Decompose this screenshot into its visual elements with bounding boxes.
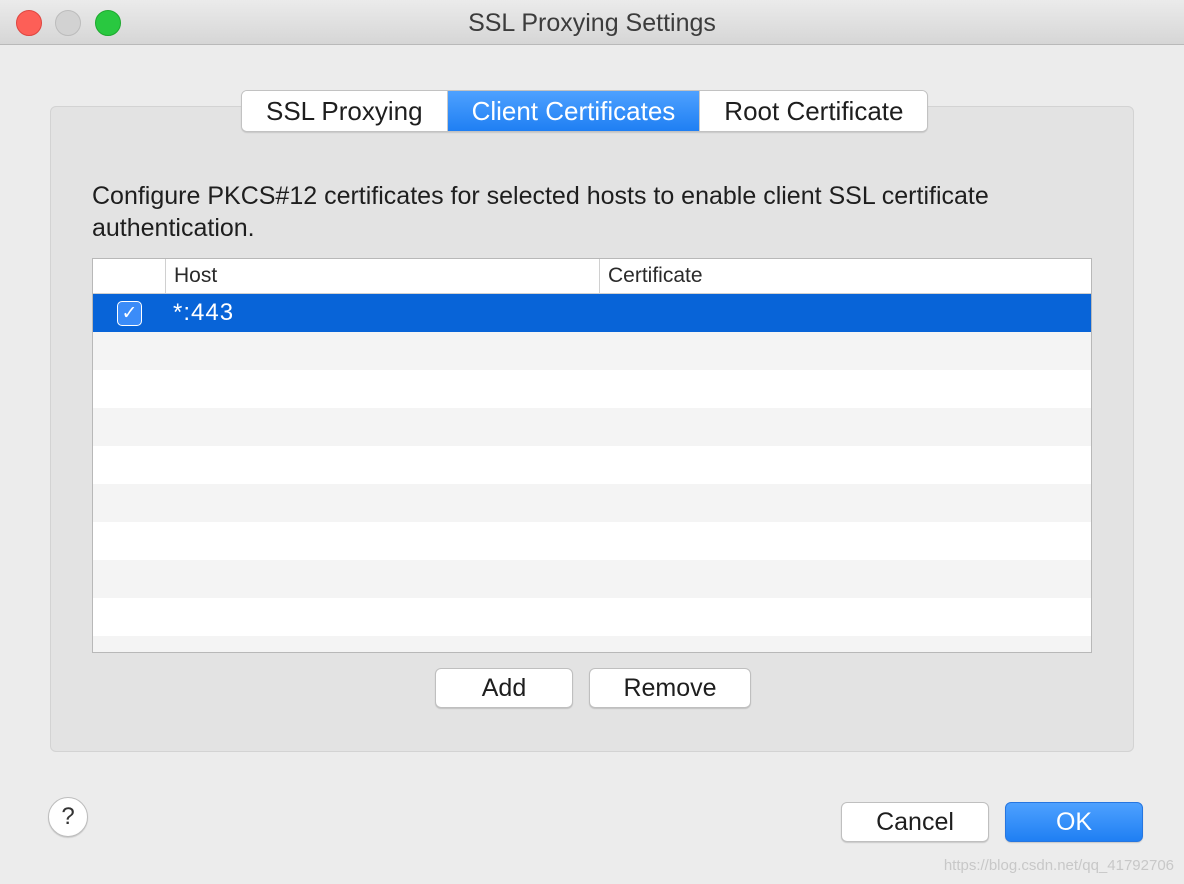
empty-table-row	[93, 408, 1091, 446]
empty-table-row	[93, 522, 1091, 560]
column-header-enabled[interactable]	[93, 259, 157, 293]
title-bar: SSL Proxying Settings	[0, 0, 1184, 45]
help-button[interactable]: ?	[48, 797, 88, 837]
remove-button[interactable]: Remove	[589, 668, 751, 708]
enabled-checkbox[interactable]: ✓	[117, 301, 142, 326]
checkmark-icon: ✓	[121, 303, 138, 324]
empty-table-row	[93, 560, 1091, 598]
table-header: Host Certificate	[93, 259, 1091, 294]
empty-table-row	[93, 484, 1091, 522]
empty-table-row	[93, 636, 1091, 652]
empty-table-row	[93, 446, 1091, 484]
ok-button[interactable]: OK	[1005, 802, 1143, 842]
cancel-button[interactable]: Cancel	[841, 802, 989, 842]
table-row[interactable]: ✓ *:443	[93, 294, 1091, 332]
empty-table-row	[93, 332, 1091, 370]
tab-bar: SSL Proxying Client Certificates Root Ce…	[241, 90, 929, 132]
empty-table-row	[93, 598, 1091, 636]
column-header-certificate[interactable]: Certificate	[599, 259, 1091, 293]
window-title: SSL Proxying Settings	[468, 9, 716, 37]
client-certificates-table: Host Certificate ✓ *:443	[92, 258, 1092, 653]
tab-root-certificate[interactable]: Root Certificate	[700, 91, 928, 131]
host-cell: *:443	[173, 299, 235, 326]
empty-table-row	[93, 370, 1091, 408]
watermark-text: https://blog.csdn.net/qq_41792706	[943, 857, 1174, 874]
tab-ssl-proxying[interactable]: SSL Proxying	[242, 91, 448, 131]
description-text: Configure PKCS#12 certificates for selec…	[92, 182, 989, 242]
tab-client-certificates[interactable]: Client Certificates	[447, 91, 701, 131]
add-button[interactable]: Add	[435, 668, 573, 708]
column-header-host[interactable]: Host	[165, 259, 600, 293]
